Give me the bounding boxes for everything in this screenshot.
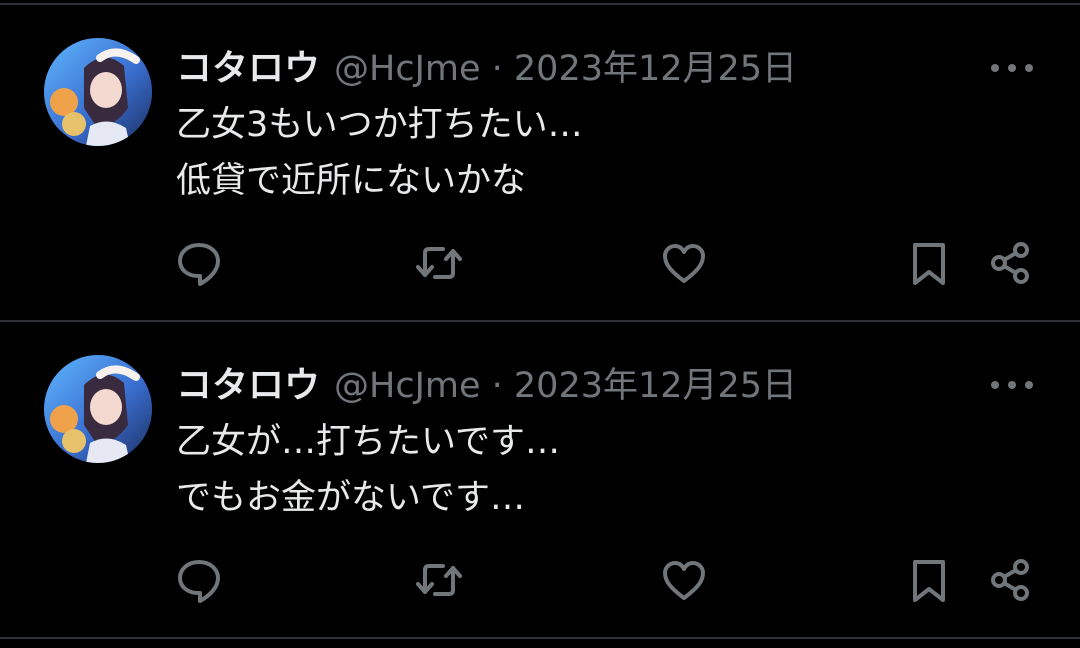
bookmark-icon[interactable] [905,239,953,287]
tweet-text-line: 低貸で近所にないかな [176,161,527,201]
avatar-image [44,38,152,146]
tweet[interactable]: コタロウ @HcJme · 2023年12月25日 乙女が…打ちたいです… でも… [0,322,1080,639]
handle-and-date[interactable]: @HcJme · 2023年12月25日 [334,40,797,91]
avatar[interactable] [44,355,152,463]
avatar-image [44,355,152,463]
reply-icon[interactable] [175,239,223,287]
tweet[interactable]: コタロウ @HcJme · 2023年12月25日 乙女3もいつか打ちたい… 低… [0,5,1080,322]
tweet-divider [0,637,1080,639]
bookmark-icon[interactable] [905,556,953,604]
tweet-header: コタロウ @HcJme · 2023年12月25日 [176,356,797,408]
handle-and-date[interactable]: @HcJme · 2023年12月25日 [334,357,797,408]
retweet-icon[interactable] [415,556,463,604]
reply-icon[interactable] [175,556,223,604]
display-name[interactable]: コタロウ [176,39,320,91]
like-icon[interactable] [660,239,708,287]
more-icon[interactable] [988,374,1036,396]
tweet-text: 乙女3もいつか打ちたい… 低貸で近所にないかな [176,97,583,209]
avatar[interactable] [44,38,152,146]
retweet-icon[interactable] [415,239,463,287]
tweet-header: コタロウ @HcJme · 2023年12月25日 [176,39,797,91]
tweet-text: 乙女が…打ちたいです… でもお金がないです… [176,414,560,526]
like-icon[interactable] [660,556,708,604]
share-icon[interactable] [987,556,1035,604]
share-icon[interactable] [987,239,1035,287]
tweet-text-line: 乙女3もいつか打ちたい… [176,105,583,145]
display-name[interactable]: コタロウ [176,356,320,408]
tweet-text-line: でもお金がないです… [176,478,525,518]
tweet-text-line: 乙女が…打ちたいです… [176,422,560,462]
more-icon[interactable] [988,57,1036,79]
